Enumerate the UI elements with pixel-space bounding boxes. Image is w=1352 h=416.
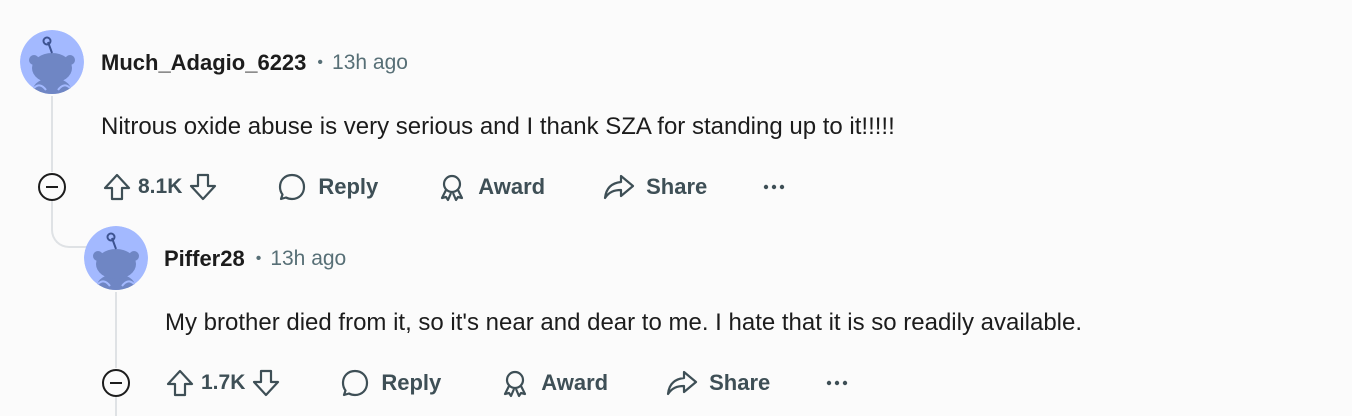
reply-label: Reply (318, 174, 379, 199)
speech-bubble-icon (342, 369, 369, 397)
more-options-button[interactable] (757, 170, 791, 204)
speech-bubble-icon (279, 173, 306, 201)
reply-button[interactable]: Reply (276, 167, 378, 207)
share-button[interactable]: Share (665, 363, 770, 403)
comment-action-bar: 1.7K Reply Award Share (163, 363, 854, 403)
thread-branch-line[interactable] (51, 210, 87, 248)
upvote-arrow-icon (166, 369, 194, 397)
snoo-avatar-icon (20, 30, 84, 94)
share-label: Share (646, 174, 708, 199)
share-button[interactable]: Share (602, 167, 707, 207)
award-label: Award (478, 174, 546, 199)
author-name[interactable]: Much_Adagio_6223 (101, 50, 306, 76)
comment-timestamp[interactable]: 13h ago (270, 247, 346, 271)
upvote-arrow-icon (103, 173, 131, 201)
comment-header: Much_Adagio_6223 • 13h ago (101, 49, 408, 77)
vote-group: 8.1K (100, 170, 220, 204)
avatar[interactable] (20, 30, 84, 94)
comment-body: Nitrous oxide abuse is very serious and … (101, 113, 895, 140)
share-label: Share (709, 370, 771, 395)
more-options-button[interactable] (820, 366, 854, 400)
separator-dot: • (317, 54, 324, 71)
award-ribbon-icon (441, 174, 464, 202)
author-name[interactable]: Piffer28 (164, 246, 245, 272)
upvote-button[interactable] (163, 366, 197, 400)
downvote-button[interactable] (186, 170, 220, 204)
separator-dot: • (255, 250, 262, 267)
vote-score: 1.7K (201, 371, 246, 394)
award-button[interactable]: Award (499, 363, 608, 403)
ellipsis-icon (764, 184, 785, 190)
vote-group: 1.7K (163, 366, 283, 400)
share-arrow-icon (667, 370, 698, 396)
avatar[interactable] (84, 226, 148, 290)
award-label: Award (541, 370, 609, 395)
thread-line[interactable] (115, 292, 117, 368)
comment-body: My brother died from it, so it's near an… (165, 309, 1083, 336)
thread-line[interactable] (115, 397, 117, 416)
reply-label: Reply (381, 370, 442, 395)
upvote-button[interactable] (100, 170, 134, 204)
award-button[interactable]: Award (436, 167, 545, 207)
downvote-arrow-icon (253, 369, 280, 397)
comment-thread: Much_Adagio_6223 • 13h ago Nitrous oxide… (0, 0, 1352, 416)
award-ribbon-icon (504, 370, 527, 398)
collapse-button[interactable] (38, 173, 66, 201)
snoo-avatar-icon (84, 226, 148, 290)
comment-timestamp[interactable]: 13h ago (332, 51, 408, 75)
reply-button[interactable]: Reply (339, 363, 441, 403)
comment-header: Piffer28 • 13h ago (164, 245, 346, 273)
comment-action-bar: 8.1K Reply Award Share (100, 167, 791, 207)
collapse-button[interactable] (102, 369, 130, 397)
share-arrow-icon (604, 174, 635, 200)
downvote-arrow-icon (190, 173, 217, 201)
vote-score: 8.1K (138, 175, 183, 198)
downvote-button[interactable] (249, 366, 283, 400)
thread-line[interactable] (51, 96, 53, 172)
ellipsis-icon (827, 380, 848, 386)
